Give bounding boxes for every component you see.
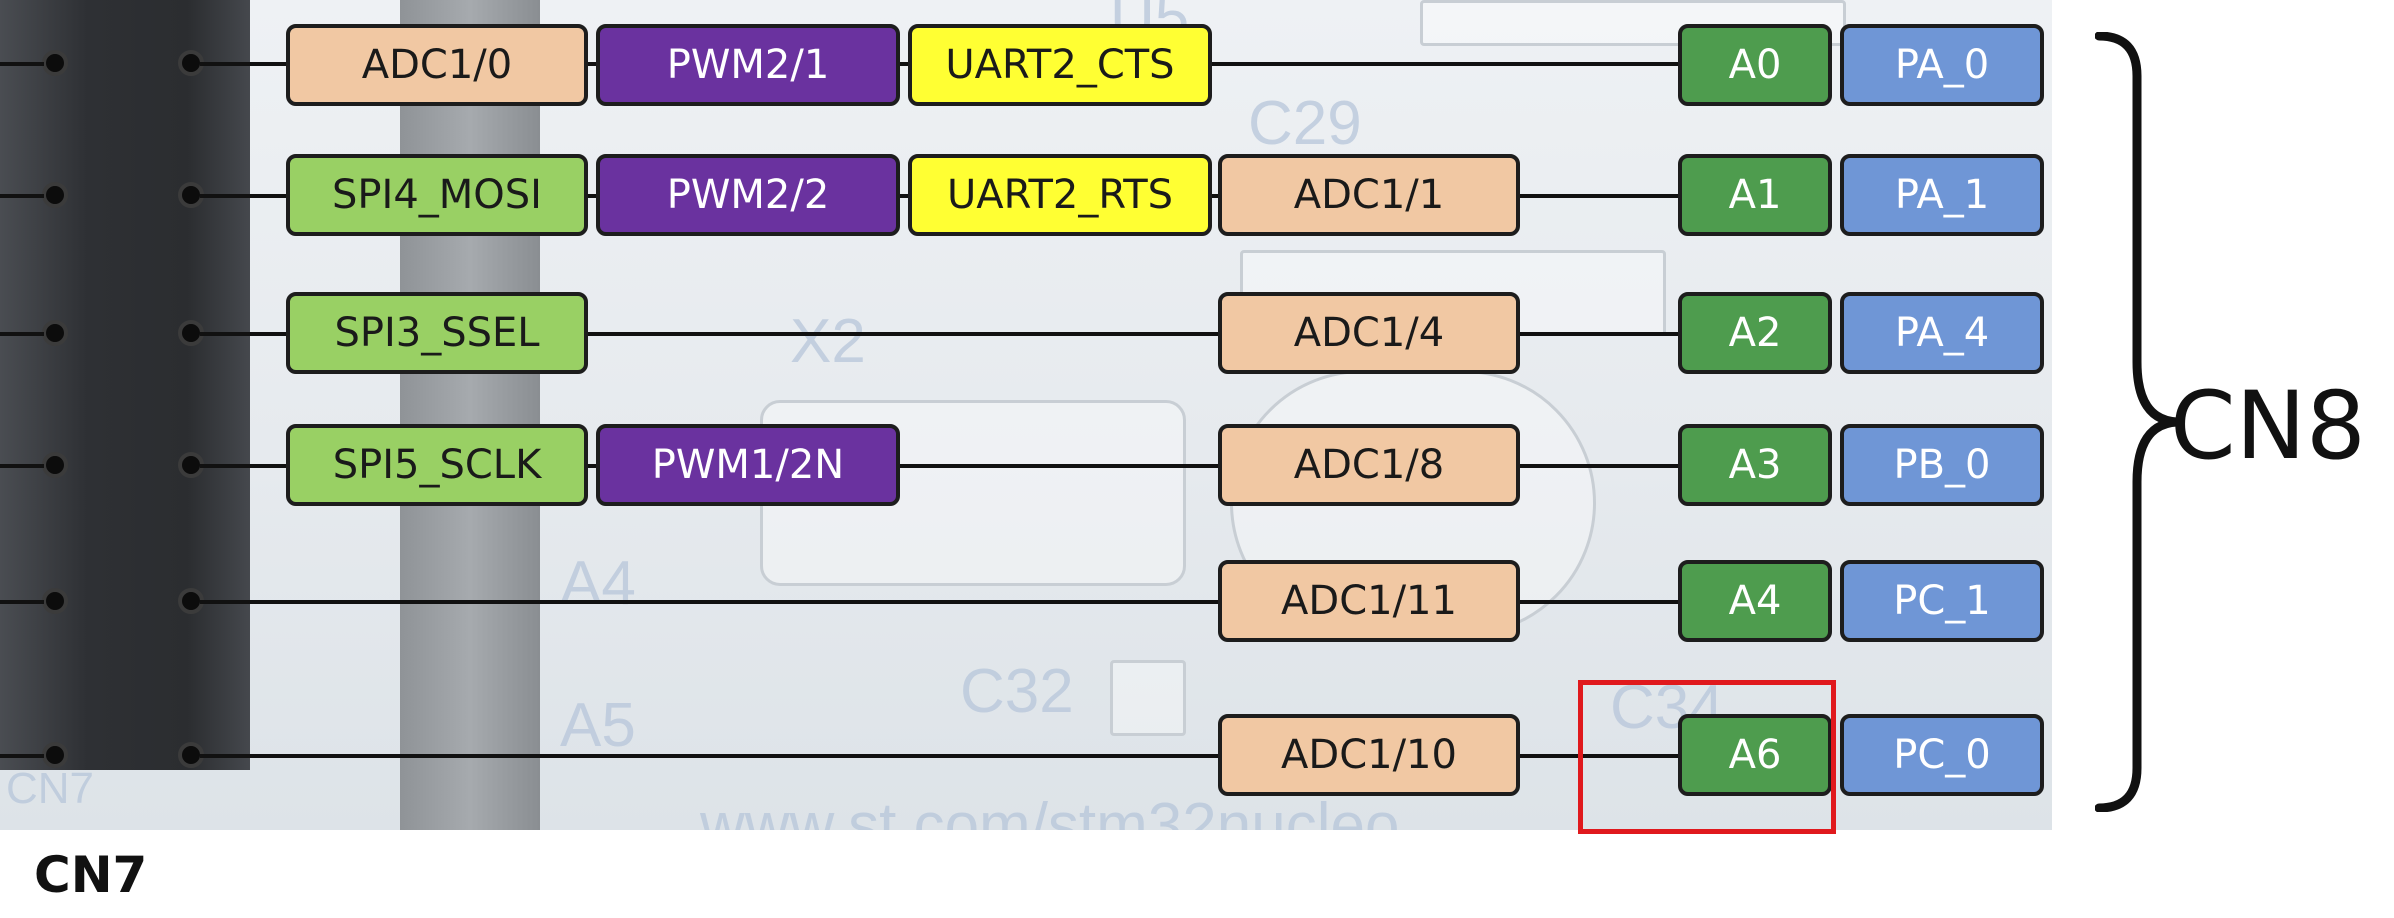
header-pin — [42, 320, 68, 346]
tag-pwm: PWM1/2N — [596, 424, 900, 506]
header-pin — [42, 452, 68, 478]
header-pin — [42, 50, 68, 76]
highlight-box — [1578, 680, 1836, 834]
header-pin — [42, 742, 68, 768]
silk-a5: A5 — [560, 691, 636, 760]
tag-adc: ADC1/11 — [1218, 560, 1520, 642]
connector-label-cn7: CN7 — [34, 846, 148, 904]
pin-lead — [0, 754, 44, 758]
tag-adc: ADC1/0 — [286, 24, 588, 106]
pin-lead — [0, 62, 44, 66]
tag-pwm: PWM2/2 — [596, 154, 900, 236]
silk-x2: X2 — [790, 307, 866, 376]
tag-spi: SPI4_MOSI — [286, 154, 588, 236]
pin-lead — [0, 600, 44, 604]
header-pin — [42, 182, 68, 208]
tag-port-pin: PA_4 — [1840, 292, 2044, 374]
tag-port-pin: PB_0 — [1840, 424, 2044, 506]
tag-adc: ADC1/4 — [1218, 292, 1520, 374]
silk-cn7: CN7 — [6, 764, 95, 813]
tag-pwm: PWM2/1 — [596, 24, 900, 106]
pin-lead — [0, 194, 44, 198]
tag-arduino-pin: A3 — [1678, 424, 1832, 506]
tag-arduino-pin: A4 — [1678, 560, 1832, 642]
silk-c29: C29 — [1248, 89, 1362, 158]
tag-port-pin: PA_1 — [1840, 154, 2044, 236]
tag-uart: UART2_RTS — [908, 154, 1212, 236]
tag-adc: ADC1/8 — [1218, 424, 1520, 506]
tag-arduino-pin: A2 — [1678, 292, 1832, 374]
tag-spi: SPI3_SSEL — [286, 292, 588, 374]
tag-arduino-pin: A1 — [1678, 154, 1832, 236]
cn7-header-strip — [0, 0, 250, 770]
tag-adc: ADC1/1 — [1218, 154, 1520, 236]
tag-arduino-pin: A0 — [1678, 24, 1832, 106]
tag-uart: UART2_CTS — [908, 24, 1212, 106]
tag-port-pin: PC_0 — [1840, 714, 2044, 796]
tag-port-pin: PC_1 — [1840, 560, 2044, 642]
smd-pad — [1110, 660, 1186, 736]
grey-header-strip — [400, 0, 540, 830]
silk-a4: A4 — [560, 549, 636, 618]
header-pin — [42, 588, 68, 614]
pin-lead — [0, 332, 44, 336]
tag-port-pin: PA_0 — [1840, 24, 2044, 106]
silk-url: www.st.com/stm32nucleo — [700, 791, 1400, 830]
tag-spi: SPI5_SCLK — [286, 424, 588, 506]
connector-label-cn8: CN8 — [2170, 372, 2366, 481]
silk-c32: C32 — [960, 657, 1074, 726]
pin-lead — [0, 464, 44, 468]
tag-adc: ADC1/10 — [1218, 714, 1520, 796]
